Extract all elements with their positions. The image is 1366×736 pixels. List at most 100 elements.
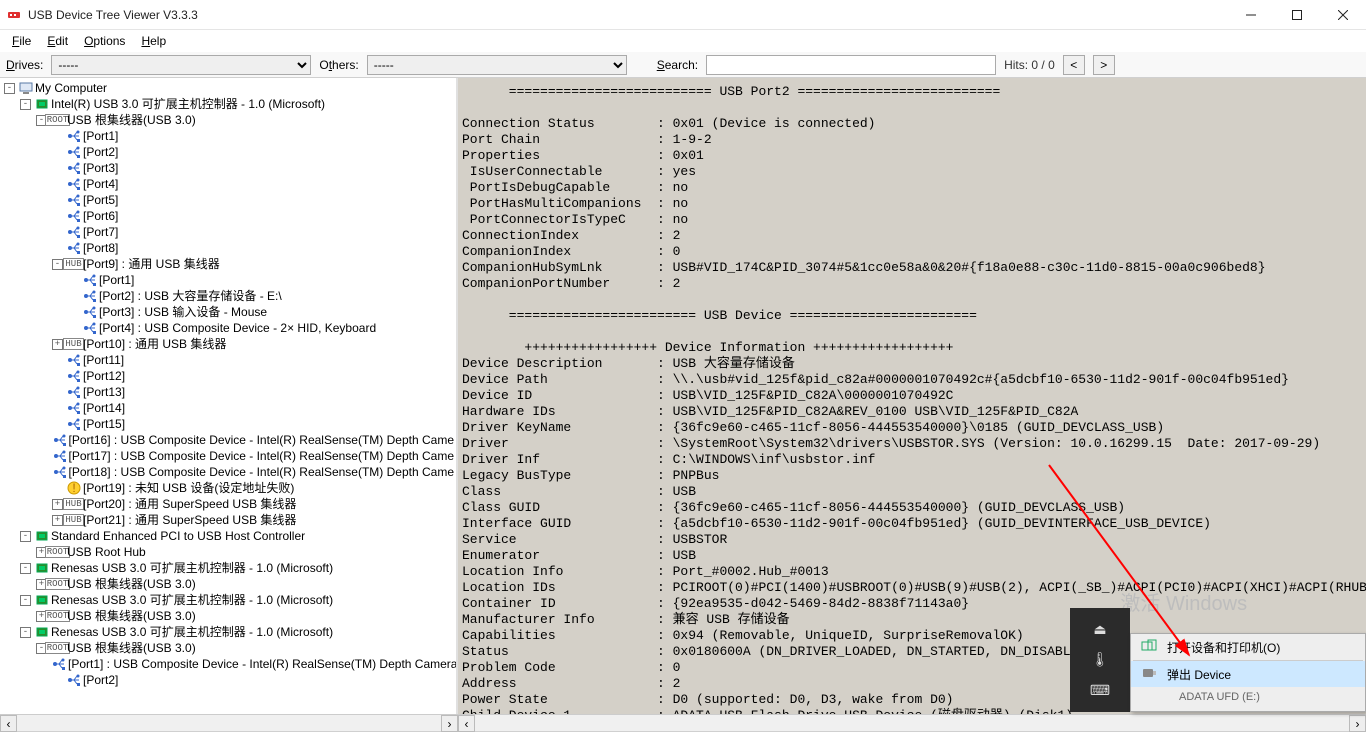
tree-node[interactable]: - Standard Enhanced PCI to USB Host Contr… (0, 528, 456, 544)
tree-node[interactable]: [Port5] (0, 192, 456, 208)
scroll-left-icon[interactable]: ‹ (458, 715, 475, 732)
usb-drive-icon (1141, 666, 1157, 683)
tree-node[interactable]: - Intel(R) USB 3.0 可扩展主机控制器 - 1.0 (Micros… (0, 96, 456, 112)
tree-node[interactable]: [Port2] : USB 大容量存储设备 - E:\ (0, 288, 456, 304)
tree-node[interactable]: [Port2] (0, 144, 456, 160)
tree-node[interactable]: [Port3] : USB 输入设备 - Mouse (0, 304, 456, 320)
tree-node-label: [Port5] (81, 192, 120, 208)
tree-node[interactable]: -Renesas USB 3.0 可扩展主机控制器 - 1.0 (Microso… (0, 560, 456, 576)
tree-expander[interactable]: - (20, 627, 31, 638)
tree-node[interactable]: [Port13] (0, 384, 456, 400)
usb-icon (66, 129, 81, 143)
tree-node[interactable]: -ROOTUSB 根集线器(USB 3.0) (0, 112, 456, 128)
tree-expander[interactable]: - (20, 531, 31, 542)
tree-node[interactable]: +ROOTUSB Root Hub (0, 544, 456, 560)
tree-pane[interactable]: -My Computer-Intel(R) USB 3.0 可扩展主机控制器 -… (0, 78, 458, 714)
tree-node[interactable]: +ROOTUSB 根集线器(USB 3.0) (0, 608, 456, 624)
usb-icon (66, 241, 81, 255)
tree-node[interactable]: -Renesas USB 3.0 可扩展主机控制器 - 1.0 (Microso… (0, 624, 456, 640)
tree-node-label: Standard Enhanced PCI to USB Host Contro… (49, 528, 307, 544)
tree-node[interactable]: [Port1] (0, 272, 456, 288)
tree-node-label: [Port8] (81, 240, 120, 256)
search-input[interactable] (706, 55, 996, 75)
detail-scrollbar-h[interactable]: ‹ › (458, 714, 1366, 731)
window-title: USB Device Tree Viewer V3.3.3 (28, 8, 1228, 22)
tree-node[interactable]: +HUB[Port10] : 通用 USB 集线器 (0, 336, 456, 352)
menu-item-eject-device[interactable]: 弹出 Device (1131, 661, 1365, 687)
tree-node[interactable]: ![Port19] : 未知 USB 设备(设定地址失败) (0, 480, 456, 496)
tree-node[interactable]: [Port17] : USB Composite Device - Intel(… (0, 448, 456, 464)
hub-icon: HUB (66, 513, 81, 527)
tree-node[interactable]: [Port8] (0, 240, 456, 256)
tree-node-label: Intel(R) USB 3.0 可扩展主机控制器 - 1.0 (Microso… (49, 96, 327, 112)
search-label: Search: (657, 58, 698, 72)
usb-icon (82, 289, 97, 303)
detail-pane[interactable]: ========================== USB Port2 ===… (458, 78, 1366, 714)
scroll-right-icon[interactable]: › (1349, 715, 1366, 732)
tree-node-label: [Port4] : USB Composite Device - 2× HID,… (97, 320, 378, 336)
warn-icon: ! (66, 481, 81, 495)
tree-node[interactable]: -My Computer (0, 80, 456, 96)
scroll-left-icon[interactable]: ‹ (0, 715, 17, 732)
eject-icon[interactable]: ⏏ (1093, 621, 1106, 638)
tree-node[interactable]: -Renesas USB 3.0 可扩展主机控制器 - 1.0 (Microso… (0, 592, 456, 608)
tree-node[interactable]: [Port6] (0, 208, 456, 224)
tree-node[interactable]: -ROOTUSB 根集线器(USB 3.0) (0, 640, 456, 656)
tree-expander[interactable]: + (52, 515, 63, 526)
tree-expander[interactable]: + (52, 499, 63, 510)
usb-icon (66, 673, 81, 687)
tree-node[interactable]: [Port18] : USB Composite Device - Intel(… (0, 464, 456, 480)
window-titlebar: USB Device Tree Viewer V3.3.3 (0, 0, 1366, 30)
tree-node[interactable]: [Port12] (0, 368, 456, 384)
tree-node[interactable]: [Port3] (0, 160, 456, 176)
tree-node[interactable]: +HUB[Port21] : 通用 SuperSpeed USB 集线器 (0, 512, 456, 528)
tree-node-label: [Port1] : USB Composite Device - Intel(R… (66, 656, 458, 672)
tree-expander[interactable]: - (52, 259, 63, 270)
tree-node[interactable]: +HUB[Port20] : 通用 SuperSpeed USB 集线器 (0, 496, 456, 512)
tree-node[interactable]: [Port7] (0, 224, 456, 240)
tree-node[interactable]: [Port4] : USB Composite Device - 2× HID,… (0, 320, 456, 336)
tree-node[interactable]: [Port2] (0, 672, 456, 688)
maximize-button[interactable] (1274, 0, 1320, 30)
tree-expander[interactable]: - (4, 83, 15, 94)
menu-edit[interactable]: Edit (39, 32, 76, 50)
tree-node-label: [Port12] (81, 368, 127, 384)
tree-node[interactable]: [Port1] : USB Composite Device - Intel(R… (0, 656, 456, 672)
tree-node[interactable]: +ROOTUSB 根集线器(USB 3.0) (0, 576, 456, 592)
content-area: -My Computer-Intel(R) USB 3.0 可扩展主机控制器 -… (0, 78, 1366, 714)
menu-item-open-devices[interactable]: 打开设备和打印机(O) (1131, 634, 1365, 660)
menu-file[interactable]: File (4, 32, 39, 50)
menu-options[interactable]: Options (76, 32, 133, 50)
tree-node[interactable]: [Port14] (0, 400, 456, 416)
usb-icon (82, 321, 97, 335)
thermal-icon[interactable]: 🌡 (1091, 651, 1109, 668)
tree-node[interactable]: [Port16] : USB Composite Device - Intel(… (0, 432, 456, 448)
tree-expander[interactable]: - (20, 563, 31, 574)
tree-node-label: [Port3] : USB 输入设备 - Mouse (97, 304, 269, 320)
tree-node[interactable]: [Port15] (0, 416, 456, 432)
next-hit-button[interactable]: > (1093, 55, 1115, 75)
tree-node[interactable]: [Port4] (0, 176, 456, 192)
keyboard-icon[interactable]: ⌨ (1090, 682, 1110, 699)
minimize-button[interactable] (1228, 0, 1274, 30)
tree-node-label: [Port1] (81, 128, 120, 144)
chip-icon (34, 625, 49, 639)
devices-icon (1141, 639, 1157, 656)
menu-help[interactable]: Help (133, 32, 174, 50)
tree-node[interactable]: [Port11] (0, 352, 456, 368)
usb-icon (66, 385, 81, 399)
others-select[interactable]: ----- (367, 55, 627, 75)
tree-node[interactable]: [Port1] (0, 128, 456, 144)
tree-node[interactable]: -HUB[Port9] : 通用 USB 集线器 (0, 256, 456, 272)
tree-node-label: [Port13] (81, 384, 127, 400)
tree-expander[interactable]: + (52, 339, 63, 350)
close-button[interactable] (1320, 0, 1366, 30)
scroll-right-icon[interactable]: › (441, 715, 458, 732)
tree-scrollbar-h[interactable]: ‹ › (0, 714, 458, 731)
drives-select[interactable]: ----- (51, 55, 311, 75)
tree-expander[interactable]: - (20, 595, 31, 606)
usb-icon (66, 145, 81, 159)
prev-hit-button[interactable]: < (1063, 55, 1085, 75)
tree-node-label: [Port7] (81, 224, 120, 240)
tree-expander[interactable]: - (20, 99, 31, 110)
